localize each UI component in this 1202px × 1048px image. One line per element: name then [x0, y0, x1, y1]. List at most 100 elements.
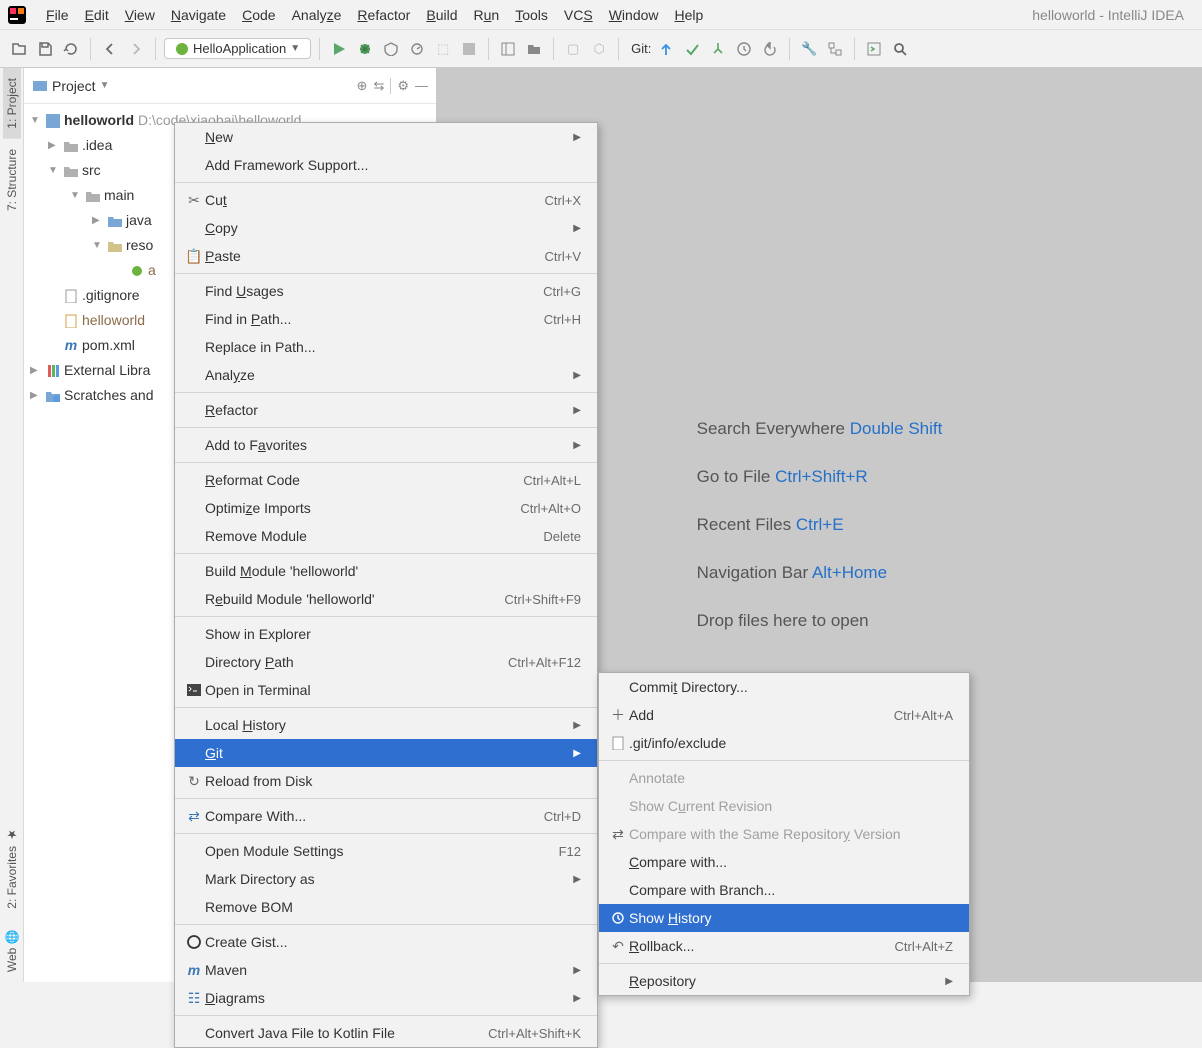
chevron-down-icon: ▼: [100, 80, 110, 91]
ctx-new[interactable]: New▶: [175, 123, 597, 151]
ctx-add-framework[interactable]: Add Framework Support...: [175, 151, 597, 179]
revert-icon[interactable]: [759, 38, 781, 60]
ctx-open-terminal[interactable]: Open in Terminal: [175, 676, 597, 704]
ctx-local-history[interactable]: Local History▶: [175, 711, 597, 739]
menu-edit[interactable]: Edit: [77, 4, 117, 26]
menu-vcs[interactable]: VCS: [556, 4, 601, 26]
ctx-find-in-path[interactable]: Find in Path...Ctrl+H: [175, 305, 597, 333]
ctx-paste[interactable]: 📋PasteCtrl+V: [175, 242, 597, 270]
commit-icon[interactable]: [681, 38, 703, 60]
git-compare-repo: ⇄Compare with the Same Repository Versio…: [599, 820, 969, 848]
git-compare-with[interactable]: Compare with...: [599, 848, 969, 876]
push-icon[interactable]: [707, 38, 729, 60]
save-icon[interactable]: [34, 38, 56, 60]
ctx-show-explorer[interactable]: Show in Explorer: [175, 620, 597, 648]
history-icon[interactable]: [733, 38, 755, 60]
run-config-selector[interactable]: HelloApplication ▼: [164, 38, 311, 59]
run-icon[interactable]: [328, 38, 350, 60]
folder-icon[interactable]: [523, 38, 545, 60]
app-logo-icon: [8, 6, 26, 24]
rail-favorites[interactable]: 2: Favorites★: [3, 818, 21, 919]
hint-label: Navigation Bar: [697, 563, 812, 582]
ctx-reformat[interactable]: Reformat CodeCtrl+Alt+L: [175, 466, 597, 494]
rail-project[interactable]: 1: Project: [3, 68, 21, 139]
open-icon[interactable]: [8, 38, 30, 60]
ctx-convert-kotlin[interactable]: Convert Java File to Kotlin FileCtrl+Alt…: [175, 1019, 597, 1047]
menu-view[interactable]: View: [117, 4, 163, 26]
hint-shortcut: Ctrl+Shift+R: [775, 467, 868, 486]
ctx-find-usages[interactable]: Find UsagesCtrl+G: [175, 277, 597, 305]
git-commit-dir[interactable]: Commit Directory...: [599, 673, 969, 701]
attach-icon[interactable]: ⬚: [432, 38, 454, 60]
toolbar-sep: [319, 38, 320, 60]
ctx-cut[interactable]: ✂CutCtrl+X: [175, 186, 597, 214]
hint-shortcut: Double Shift: [850, 419, 943, 438]
git-show-history[interactable]: Show History: [599, 904, 969, 932]
back-icon[interactable]: [99, 38, 121, 60]
toolbar-sep: [155, 38, 156, 60]
git-exclude[interactable]: .git/info/exclude: [599, 729, 969, 757]
ctx-git[interactable]: Git▶: [175, 739, 597, 767]
coverage-icon[interactable]: [380, 38, 402, 60]
ctx-optimize[interactable]: Optimize ImportsCtrl+Alt+O: [175, 494, 597, 522]
ctx-remove-module[interactable]: Remove ModuleDelete: [175, 522, 597, 550]
structure-icon[interactable]: [824, 38, 846, 60]
toolbar-sep: [789, 38, 790, 60]
menu-refactor[interactable]: Refactor: [349, 4, 418, 26]
git-add[interactable]: ＋AddCtrl+Alt+A: [599, 701, 969, 729]
menu-run[interactable]: Run: [466, 4, 508, 26]
menu-navigate[interactable]: Navigate: [163, 4, 234, 26]
project-view-selector[interactable]: Project ▼: [32, 78, 109, 94]
git-repository[interactable]: Repository▶: [599, 967, 969, 995]
ctx-replace-in-path[interactable]: Replace in Path...: [175, 333, 597, 361]
ctx-create-gist[interactable]: Create Gist...: [175, 928, 597, 956]
context-menu-git: Commit Directory... ＋AddCtrl+Alt+A .git/…: [598, 672, 970, 996]
layout-icon[interactable]: [497, 38, 519, 60]
device-icon[interactable]: ▢: [562, 38, 584, 60]
expand-icon[interactable]: ⇆: [373, 78, 384, 94]
debug-icon[interactable]: [354, 38, 376, 60]
ctx-copy[interactable]: Copy▶: [175, 214, 597, 242]
update-icon[interactable]: [655, 38, 677, 60]
gear-icon[interactable]: ⚙: [397, 78, 409, 94]
forward-icon[interactable]: [125, 38, 147, 60]
ctx-diagrams[interactable]: ☷Diagrams▶: [175, 984, 597, 1012]
ctx-refactor[interactable]: Refactor▶: [175, 396, 597, 424]
ctx-reload[interactable]: ↻Reload from Disk: [175, 767, 597, 795]
profile-icon[interactable]: [406, 38, 428, 60]
ctx-maven[interactable]: mMaven▶: [175, 956, 597, 984]
stop-icon[interactable]: [458, 38, 480, 60]
refresh-icon[interactable]: [60, 38, 82, 60]
ctx-analyze[interactable]: Analyze▶: [175, 361, 597, 389]
menu-analyze[interactable]: Analyze: [284, 4, 350, 26]
ctx-add-favorites[interactable]: Add to Favorites▶: [175, 431, 597, 459]
ctx-compare-with[interactable]: ⇄Compare With...Ctrl+D: [175, 802, 597, 830]
rail-web[interactable]: Web🌐: [3, 919, 21, 982]
git-rollback[interactable]: ↶Rollback...Ctrl+Alt+Z: [599, 932, 969, 960]
ctx-rebuild-module[interactable]: Rebuild Module 'helloworld'Ctrl+Shift+F9: [175, 585, 597, 613]
search-icon[interactable]: [889, 38, 911, 60]
runanything-icon[interactable]: [863, 38, 885, 60]
rail-structure[interactable]: 7: Structure: [3, 139, 21, 221]
cube-icon[interactable]: ⬡: [588, 38, 610, 60]
ctx-open-module-settings[interactable]: Open Module SettingsF12: [175, 837, 597, 865]
git-compare-branch[interactable]: Compare with Branch...: [599, 876, 969, 904]
toolbar-sep: [854, 38, 855, 60]
ctx-build-module[interactable]: Build Module 'helloworld': [175, 557, 597, 585]
menu-build[interactable]: Build: [418, 4, 465, 26]
ctx-mark-directory[interactable]: Mark Directory as▶: [175, 865, 597, 893]
hide-icon[interactable]: —: [415, 78, 428, 94]
spring-icon: [175, 42, 189, 56]
run-config-label: HelloApplication: [193, 41, 286, 56]
menu-tools[interactable]: Tools: [507, 4, 556, 26]
git-label: Git:: [631, 41, 651, 56]
menu-code[interactable]: Code: [234, 4, 283, 26]
ctx-directory-path[interactable]: Directory PathCtrl+Alt+F12: [175, 648, 597, 676]
menu-window[interactable]: Window: [601, 4, 667, 26]
hint-label: Go to File: [697, 467, 775, 486]
target-icon[interactable]: ⊕: [357, 78, 368, 94]
menu-file[interactable]: File: [38, 4, 77, 26]
ctx-remove-bom[interactable]: Remove BOM: [175, 893, 597, 921]
wrench-icon[interactable]: 🔧: [798, 38, 820, 60]
menu-help[interactable]: Help: [667, 4, 712, 26]
